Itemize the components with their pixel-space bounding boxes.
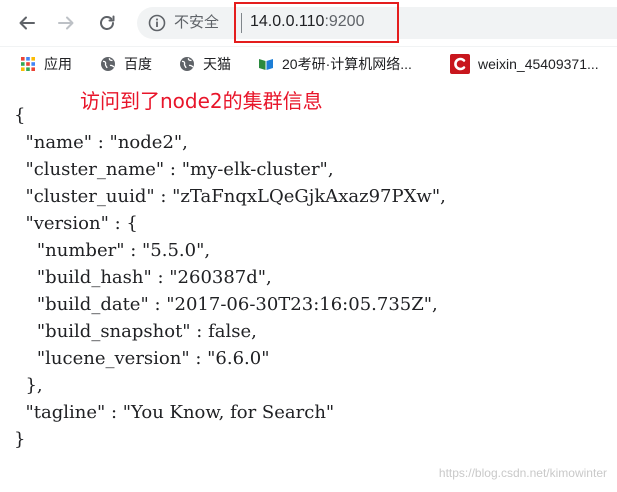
bookmark-apps[interactable]: 应用: [20, 47, 72, 81]
reload-icon: [100, 15, 115, 30]
json-response: { "name" : "node2", "cluster_name" : "my…: [14, 102, 446, 453]
bookmark-label: 应用: [44, 56, 72, 72]
json-line: "build_date" : "2017-06-30T23:16:05.735Z…: [14, 294, 438, 315]
json-line: },: [14, 375, 43, 396]
json-line: {: [14, 105, 26, 126]
globe-icon: [180, 57, 194, 71]
forward-arrow-icon: [58, 16, 74, 30]
bookmark-label: 百度: [124, 56, 152, 72]
bookmark-label: 天猫: [203, 56, 231, 72]
bookmark-baidu[interactable]: 百度: [100, 47, 152, 81]
csdn-c-icon: [450, 54, 470, 74]
back-button[interactable]: [15, 11, 39, 35]
json-line: "lucene_version" : "6.6.0": [14, 348, 270, 369]
back-arrow-icon: [19, 16, 35, 30]
url-highlight-box: [234, 2, 399, 43]
bookmark-label: 20考研·计算机网络...: [282, 56, 412, 72]
json-line: "number" : "5.5.0",: [14, 240, 211, 261]
forward-button[interactable]: [54, 11, 78, 35]
info-icon[interactable]: [148, 14, 166, 32]
browser-toolbar: 不安全 14.0.0.110:9200: [0, 0, 617, 47]
json-line: "build_hash" : "260387d",: [14, 267, 272, 288]
json-line: }: [14, 429, 26, 450]
apps-grid-icon: [21, 57, 35, 71]
json-line: "cluster_uuid" : "zTaFnqxLQeGjkAxaz97PXw…: [14, 186, 446, 207]
json-line: "build_snapshot" : false,: [14, 321, 257, 342]
bookmark-kaoyan[interactable]: 20考研·计算机网络...: [258, 47, 412, 81]
bookmarks-bar: 应用 百度 天猫 20考研·计算机网络... weixin_45409371..…: [0, 47, 617, 81]
globe-icon: [101, 57, 115, 71]
book-icon: [259, 59, 273, 70]
json-line: "tagline" : "You Know, for Search": [14, 402, 335, 423]
security-status-label: 不安全: [174, 13, 220, 31]
watermark: https://blog.csdn.net/kimowinter: [438, 466, 607, 480]
bookmark-tmall[interactable]: 天猫: [179, 47, 231, 81]
bookmark-label: weixin_45409371...: [478, 56, 599, 72]
bookmark-csdn[interactable]: weixin_45409371...: [450, 47, 599, 81]
reload-button[interactable]: [95, 11, 119, 35]
json-line: "cluster_name" : "my-elk-cluster",: [14, 159, 334, 180]
json-line: "version" : {: [14, 213, 138, 234]
json-line: "name" : "node2",: [14, 132, 188, 153]
